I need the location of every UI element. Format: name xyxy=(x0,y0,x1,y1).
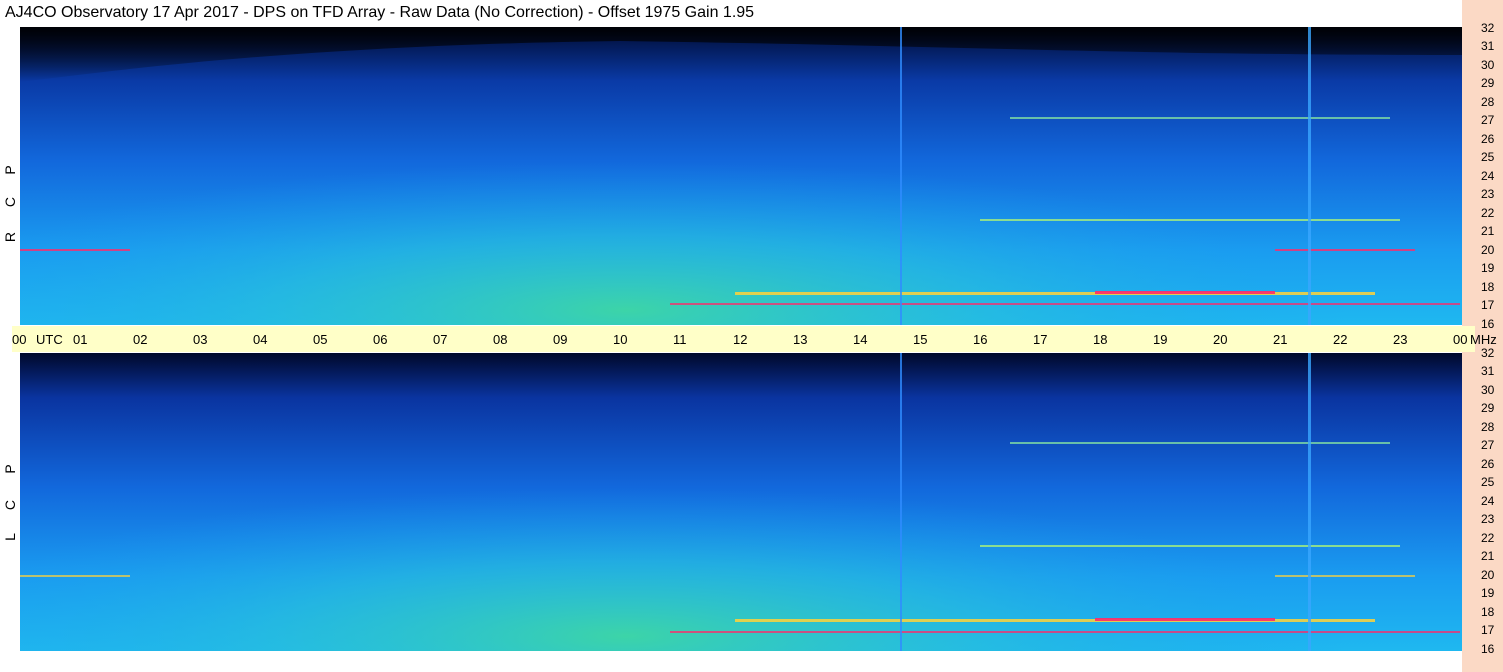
lcp-letter-p: P xyxy=(2,464,18,474)
mhz-label: MHz xyxy=(1470,332,1497,347)
rcp-letter-r: R xyxy=(2,231,18,243)
rcp-freq-27: 27 xyxy=(1481,113,1495,127)
rcp-freq-32: 32 xyxy=(1481,21,1495,35)
rcp-freq-22: 22 xyxy=(1481,206,1495,220)
lcp-freq-27: 27 xyxy=(1481,438,1495,452)
time-axis-bar: 00 UTC 01 02 03 04 05 06 07 08 09 10 11 … xyxy=(12,326,1497,352)
rcp-spectrogram xyxy=(20,27,1462,325)
lcp-freq-20: 20 xyxy=(1481,568,1495,582)
time-label-16: 16 xyxy=(973,332,988,347)
time-label-02: 02 xyxy=(133,332,148,347)
lcp-freq-22: 22 xyxy=(1481,531,1495,545)
spectrogram-title: AJ4CO Observatory 17 Apr 2017 - DPS on T… xyxy=(5,4,755,21)
rcp-freq-17: 17 xyxy=(1481,298,1495,312)
rcp-letter-p: P xyxy=(2,165,18,175)
lcp-freq-19: 19 xyxy=(1481,586,1495,600)
rcp-vline-1 xyxy=(900,27,902,325)
rcp-freq-18: 18 xyxy=(1481,280,1495,294)
lcp-freq-26: 26 xyxy=(1481,457,1495,471)
rcp-band-18b xyxy=(1095,291,1275,294)
time-label-13: 13 xyxy=(793,332,808,347)
time-label-12: 12 xyxy=(733,332,748,347)
lcp-freq-30: 30 xyxy=(1481,383,1495,397)
rcp-sun-glow xyxy=(20,27,1462,325)
lcp-freq-23: 23 xyxy=(1481,512,1495,526)
lcp-band-20l xyxy=(20,575,130,577)
time-label-06: 06 xyxy=(373,332,388,347)
time-label-05: 05 xyxy=(313,332,328,347)
rcp-band-17 xyxy=(670,303,1460,305)
rcp-freq-30: 30 xyxy=(1481,58,1495,72)
rcp-band-18 xyxy=(735,292,1375,295)
time-label-22: 22 xyxy=(1333,332,1348,347)
time-label-01: 01 xyxy=(73,332,88,347)
time-label-14: 14 xyxy=(853,332,868,347)
time-label-24: 00 xyxy=(1453,332,1468,347)
time-label-23: 23 xyxy=(1393,332,1408,347)
time-label-18: 18 xyxy=(1093,332,1108,347)
time-label-00: 00 xyxy=(12,332,27,347)
time-label-17: 17 xyxy=(1033,332,1048,347)
lcp-band-22 xyxy=(980,545,1400,547)
rcp-band-20l xyxy=(20,249,130,251)
rcp-freq-19: 19 xyxy=(1481,261,1495,275)
time-label-09: 09 xyxy=(553,332,568,347)
time-label-03: 03 xyxy=(193,332,208,347)
lcp-freq-21: 21 xyxy=(1481,549,1495,563)
lcp-freq-16: 16 xyxy=(1481,642,1495,656)
lcp-freq-17: 17 xyxy=(1481,623,1495,637)
rcp-freq-29: 29 xyxy=(1481,76,1495,90)
lcp-spectrogram xyxy=(20,353,1462,651)
lcp-vline-1 xyxy=(900,353,902,651)
rcp-label: P C R xyxy=(0,27,20,325)
time-label-07: 07 xyxy=(433,332,448,347)
rcp-freq-23: 23 xyxy=(1481,187,1495,201)
lcp-freq-28: 28 xyxy=(1481,420,1495,434)
rcp-freq-24: 24 xyxy=(1481,169,1495,183)
utc-label: UTC xyxy=(36,332,63,347)
lcp-band-20 xyxy=(1275,575,1415,577)
lcp-freq-31: 31 xyxy=(1481,364,1495,378)
rcp-band-27 xyxy=(1010,117,1390,119)
time-label-19: 19 xyxy=(1153,332,1168,347)
lcp-band-18b xyxy=(1095,618,1275,621)
rcp-freq-28: 28 xyxy=(1481,95,1495,109)
rcp-band-21 xyxy=(980,219,1400,221)
time-label-08: 08 xyxy=(493,332,508,347)
lcp-freq-24: 24 xyxy=(1481,494,1495,508)
rcp-freq-25: 25 xyxy=(1481,150,1495,164)
rcp-freq-20: 20 xyxy=(1481,243,1495,257)
rcp-freq-16: 16 xyxy=(1481,317,1495,331)
lcp-freq-18: 18 xyxy=(1481,605,1495,619)
time-label-04: 04 xyxy=(253,332,268,347)
rcp-freq-21: 21 xyxy=(1481,224,1495,238)
lcp-band-27 xyxy=(1010,442,1390,444)
time-label-10: 10 xyxy=(613,332,628,347)
lcp-label: P C L xyxy=(0,353,20,651)
time-label-15: 15 xyxy=(913,332,928,347)
rcp-vline-2 xyxy=(1308,27,1311,325)
rcp-freq-31: 31 xyxy=(1481,39,1495,53)
rcp-band-20 xyxy=(1275,249,1415,251)
time-label-21: 21 xyxy=(1273,332,1288,347)
lcp-band-18 xyxy=(735,619,1375,622)
lcp-freq-25: 25 xyxy=(1481,475,1495,489)
lcp-letter-c: C xyxy=(2,499,18,511)
time-label-20: 20 xyxy=(1213,332,1228,347)
lcp-sun-glow xyxy=(20,353,1462,651)
rcp-freq-26: 26 xyxy=(1481,132,1495,146)
lcp-freq-29: 29 xyxy=(1481,401,1495,415)
lcp-freq-32: 32 xyxy=(1481,346,1495,360)
lcp-band-17 xyxy=(670,631,1460,633)
rcp-letter-c: C xyxy=(2,196,18,208)
time-label-11: 11 xyxy=(673,332,687,347)
lcp-vline-2 xyxy=(1308,353,1311,651)
lcp-letter-l: L xyxy=(2,533,18,541)
